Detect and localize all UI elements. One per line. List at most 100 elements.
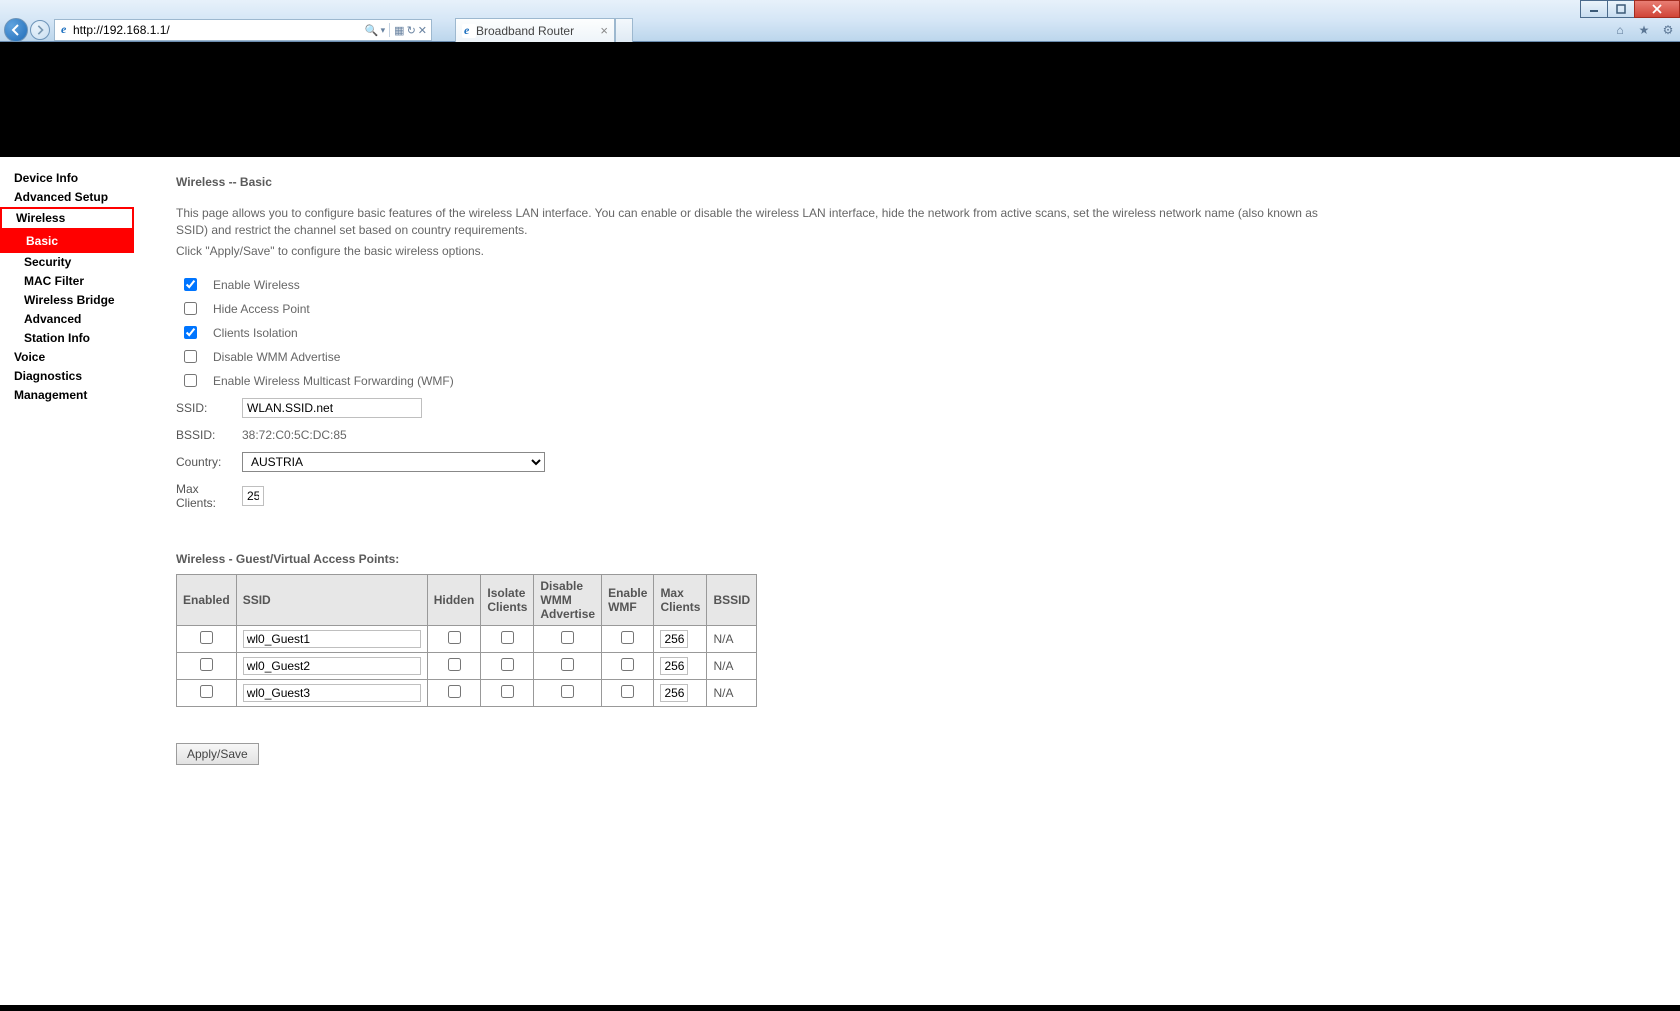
guest-maxclients-input[interactable] xyxy=(660,657,688,675)
sidebar-item-advanced[interactable]: Advanced xyxy=(0,310,134,329)
guest-bssid-value: N/A xyxy=(707,679,757,706)
row-bssid: BSSID: 38:72:C0:5C:DC:85 xyxy=(176,428,1656,442)
bssid-value: 38:72:C0:5C:DC:85 xyxy=(242,428,347,442)
page-root: Device InfoAdvanced SetupWirelessBasicSe… xyxy=(0,42,1680,1011)
guest-wmf-checkbox[interactable] xyxy=(621,631,634,644)
ie-favicon-icon xyxy=(59,23,73,37)
guest-ssid-input[interactable] xyxy=(243,657,421,675)
sidebar-item-wireless[interactable]: Wireless xyxy=(0,207,134,230)
tab-favicon-icon xyxy=(462,24,476,38)
close-button[interactable] xyxy=(1634,0,1680,18)
enable-wmf-checkbox[interactable] xyxy=(184,374,197,387)
enable-wireless-label: Enable Wireless xyxy=(213,278,300,292)
main-content: Wireless -- Basic This page allows you t… xyxy=(134,157,1680,1011)
search-icon[interactable]: 🔍 xyxy=(365,24,379,37)
guest-isolate-checkbox[interactable] xyxy=(501,685,514,698)
home-icon[interactable]: ⌂ xyxy=(1612,22,1628,38)
guest-wmf-checkbox[interactable] xyxy=(621,658,634,671)
row-enable-wireless: Enable Wireless xyxy=(176,278,1656,292)
sidebar-item-mac-filter[interactable]: MAC Filter xyxy=(0,272,134,291)
clients-isolation-label: Clients Isolation xyxy=(213,326,298,340)
row-country: Country: AUSTRIA xyxy=(176,452,1656,472)
guest-wmm-checkbox[interactable] xyxy=(561,685,574,698)
guest-ssid-input[interactable] xyxy=(243,684,421,702)
page-description: This page allows you to configure basic … xyxy=(176,205,1336,240)
router-banner xyxy=(0,42,1680,157)
sidebar-item-station-info[interactable]: Station Info xyxy=(0,329,134,348)
guest-hidden-checkbox[interactable] xyxy=(448,658,461,671)
maximize-button[interactable] xyxy=(1607,0,1635,18)
guest-row: N/A xyxy=(177,652,757,679)
guest-bssid-value: N/A xyxy=(707,625,757,652)
guest-isolate-checkbox[interactable] xyxy=(501,631,514,644)
sidebar-item-advanced-setup[interactable]: Advanced Setup xyxy=(0,188,134,207)
guest-header: IsolateClients xyxy=(481,574,534,625)
guest-header: SSID xyxy=(236,574,427,625)
guest-header: Hidden xyxy=(427,574,481,625)
clients-isolation-checkbox[interactable] xyxy=(184,326,197,339)
compatibility-icon[interactable]: ▦ xyxy=(394,24,404,37)
sidebar-item-management[interactable]: Management xyxy=(0,386,134,405)
footer-bar xyxy=(0,1005,1680,1011)
page-title: Wireless -- Basic xyxy=(176,175,1656,189)
guest-hidden-checkbox[interactable] xyxy=(448,631,461,644)
address-bar-row: 🔍 ▾ ▦ ↻ ✕ xyxy=(0,18,1680,42)
row-ssid: SSID: xyxy=(176,398,1656,418)
tools-icon[interactable]: ⚙ xyxy=(1660,22,1676,38)
tab-strip: Broadband Router × xyxy=(455,18,633,42)
page-description-2: Click "Apply/Save" to configure the basi… xyxy=(176,244,1656,258)
address-bar[interactable]: 🔍 ▾ ▦ ↻ ✕ xyxy=(54,19,432,41)
hide-ap-label: Hide Access Point xyxy=(213,302,310,316)
minimize-button[interactable] xyxy=(1580,0,1608,18)
guest-enabled-checkbox[interactable] xyxy=(200,685,213,698)
forward-button[interactable] xyxy=(30,20,50,40)
tab-close-icon[interactable]: × xyxy=(600,23,608,38)
max-clients-label: Max Clients: xyxy=(176,482,242,510)
sidebar-item-basic[interactable]: Basic xyxy=(0,230,134,253)
apply-save-button[interactable]: Apply/Save xyxy=(176,743,259,765)
guest-ssid-input[interactable] xyxy=(243,630,421,648)
guest-enabled-checkbox[interactable] xyxy=(200,658,213,671)
guest-row: N/A xyxy=(177,679,757,706)
sidebar-item-diagnostics[interactable]: Diagnostics xyxy=(0,367,134,386)
favorites-icon[interactable]: ★ xyxy=(1636,22,1652,38)
search-dropdown-icon[interactable]: ▾ xyxy=(381,25,386,36)
guest-enabled-checkbox[interactable] xyxy=(200,631,213,644)
sidebar-item-voice[interactable]: Voice xyxy=(0,348,134,367)
hide-ap-checkbox[interactable] xyxy=(184,302,197,315)
row-disable-wmm: Disable WMM Advertise xyxy=(176,350,1656,364)
guest-maxclients-input[interactable] xyxy=(660,630,688,648)
guest-header: Enabled xyxy=(177,574,237,625)
window-controls xyxy=(1581,0,1680,18)
guest-section-header: Wireless - Guest/Virtual Access Points: xyxy=(176,552,1656,566)
guest-header: EnableWMF xyxy=(602,574,654,625)
back-button[interactable] xyxy=(4,18,28,42)
guest-header: BSSID xyxy=(707,574,757,625)
sidebar-item-device-info[interactable]: Device Info xyxy=(0,169,134,188)
sidebar: Device InfoAdvanced SetupWirelessBasicSe… xyxy=(0,157,134,1011)
guest-hidden-checkbox[interactable] xyxy=(448,685,461,698)
sidebar-item-wireless-bridge[interactable]: Wireless Bridge xyxy=(0,291,134,310)
tab-broadband-router[interactable]: Broadband Router × xyxy=(455,18,615,42)
guest-header: DisableWMMAdvertise xyxy=(534,574,602,625)
sidebar-item-security[interactable]: Security xyxy=(0,253,134,272)
guest-table: EnabledSSIDHiddenIsolateClientsDisableWM… xyxy=(176,574,757,707)
url-input[interactable] xyxy=(73,23,365,37)
guest-maxclients-input[interactable] xyxy=(660,684,688,702)
refresh-icon[interactable]: ↻ xyxy=(407,24,416,37)
ssid-input[interactable] xyxy=(242,398,422,418)
ssid-label: SSID: xyxy=(176,401,242,415)
tab-title: Broadband Router xyxy=(476,24,574,38)
new-tab-button[interactable] xyxy=(615,18,633,42)
country-label: Country: xyxy=(176,455,242,469)
max-clients-input[interactable] xyxy=(242,486,264,506)
enable-wireless-checkbox[interactable] xyxy=(184,278,197,291)
disable-wmm-checkbox[interactable] xyxy=(184,350,197,363)
guest-wmf-checkbox[interactable] xyxy=(621,685,634,698)
guest-wmm-checkbox[interactable] xyxy=(561,631,574,644)
stop-icon[interactable]: ✕ xyxy=(418,24,427,37)
guest-isolate-checkbox[interactable] xyxy=(501,658,514,671)
content-row: Device InfoAdvanced SetupWirelessBasicSe… xyxy=(0,157,1680,1011)
country-select[interactable]: AUSTRIA xyxy=(242,452,545,472)
guest-wmm-checkbox[interactable] xyxy=(561,658,574,671)
